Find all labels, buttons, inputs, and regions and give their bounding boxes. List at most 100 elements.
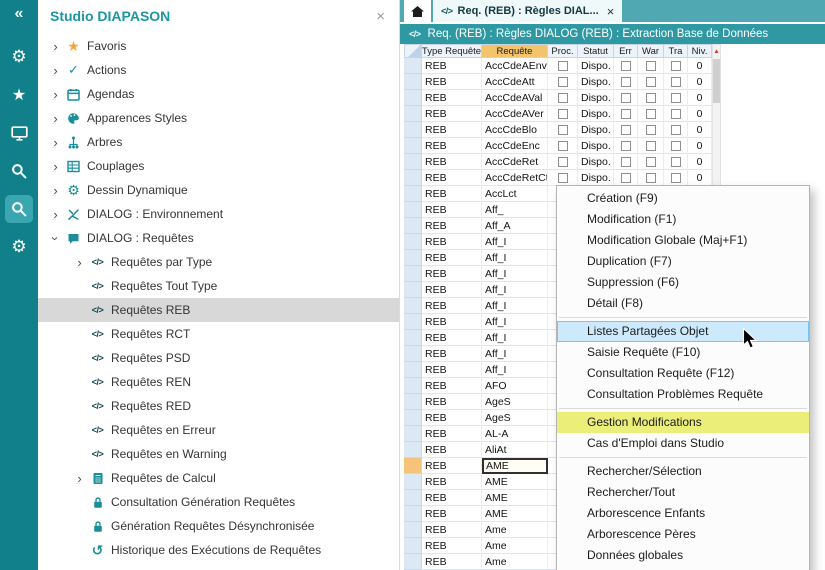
row-selector[interactable] xyxy=(404,250,422,266)
type-cell[interactable]: REB xyxy=(422,314,482,330)
table-row-2[interactable]: REBAccCdeAttDispo.0 xyxy=(404,74,712,90)
err-checkbox[interactable] xyxy=(621,77,631,87)
tree-item-requ-tes-red[interactable]: </>Requêtes RED xyxy=(38,394,399,418)
tra-checkbox[interactable] xyxy=(671,141,681,151)
war-checkbox[interactable] xyxy=(646,141,656,151)
niv-cell[interactable]: 0 xyxy=(688,106,712,122)
explorer-button[interactable] xyxy=(5,195,33,223)
tree-item-historique-des-ex-cutions-de-requ-tes[interactable]: ↺Historique des Exécutions de Requêtes xyxy=(38,538,399,562)
request-cell[interactable]: Aff_I xyxy=(482,298,548,314)
row-selector[interactable] xyxy=(404,474,422,490)
chevron-right-icon[interactable]: › xyxy=(48,184,63,197)
request-cell[interactable]: Aff_I xyxy=(482,314,548,330)
tra-cell[interactable] xyxy=(664,154,688,170)
statut-cell[interactable]: Dispo. xyxy=(578,154,614,170)
type-cell[interactable]: REB xyxy=(422,554,482,570)
chevron-right-icon[interactable]: › xyxy=(72,256,87,269)
war-cell[interactable] xyxy=(638,90,664,106)
tree-item-dialog-requ-tes[interactable]: ›DIALOG : Requêtes xyxy=(38,226,399,250)
menu-item-listes-partag-es-objet[interactable]: Listes Partagées Objet xyxy=(557,321,809,342)
proc-cell[interactable] xyxy=(548,106,578,122)
chevron-right-icon[interactable]: › xyxy=(48,160,63,173)
err-cell[interactable] xyxy=(614,138,638,154)
request-cell[interactable]: Aff_I xyxy=(482,330,548,346)
proc-checkbox[interactable] xyxy=(558,77,568,87)
niv-cell[interactable]: 0 xyxy=(688,138,712,154)
tree-item-arbres[interactable]: ›Arbres xyxy=(38,130,399,154)
column-header-requ-te[interactable]: Requête xyxy=(482,44,548,58)
statut-cell[interactable]: Dispo. xyxy=(578,74,614,90)
row-selector[interactable] xyxy=(404,266,422,282)
tab-req-reb[interactable]: </> Req. (REB) : Règles DIAL... × xyxy=(433,0,622,22)
collapse-sidebar-button[interactable]: « xyxy=(15,5,24,27)
type-cell[interactable]: REB xyxy=(422,538,482,554)
war-checkbox[interactable] xyxy=(646,173,656,183)
type-cell[interactable]: REB xyxy=(422,490,482,506)
type-cell[interactable]: REB xyxy=(422,330,482,346)
row-selector[interactable] xyxy=(404,410,422,426)
row-selector[interactable] xyxy=(404,330,422,346)
tree-item-consultation-g-n-ration-requ-tes[interactable]: Consultation Génération Requêtes xyxy=(38,490,399,514)
table-row-1[interactable]: REBAccCdeAEnvDispo.0 xyxy=(404,58,712,74)
row-selector[interactable] xyxy=(404,346,422,362)
war-checkbox[interactable] xyxy=(646,61,656,71)
menu-item-suppression-f6[interactable]: Suppression (F6) xyxy=(557,272,809,293)
request-cell[interactable]: AgeS xyxy=(482,410,548,426)
tra-checkbox[interactable] xyxy=(671,77,681,87)
proc-checkbox[interactable] xyxy=(558,93,568,103)
table-row-8[interactable]: REBAccCdeRetCtxDispo.0 xyxy=(404,170,712,186)
proc-checkbox[interactable] xyxy=(558,61,568,71)
type-cell[interactable]: REB xyxy=(422,138,482,154)
tra-cell[interactable] xyxy=(664,170,688,186)
menu-item-rechercher-tout[interactable]: Rechercher/Tout xyxy=(557,482,809,503)
tra-checkbox[interactable] xyxy=(671,125,681,135)
tree-item-requ-tes-ren[interactable]: </>Requêtes REN xyxy=(38,370,399,394)
request-cell[interactable]: Aff_I xyxy=(482,250,548,266)
request-cell[interactable]: Aff_I xyxy=(482,346,548,362)
war-checkbox[interactable] xyxy=(646,77,656,87)
table-row-7[interactable]: REBAccCdeRetDispo.0 xyxy=(404,154,712,170)
statut-cell[interactable]: Dispo. xyxy=(578,122,614,138)
request-cell[interactable]: AccLct xyxy=(482,186,548,202)
war-cell[interactable] xyxy=(638,106,664,122)
column-header-war[interactable]: War xyxy=(638,44,664,58)
type-cell[interactable]: REB xyxy=(422,154,482,170)
tab-close-icon[interactable]: × xyxy=(607,4,615,19)
request-cell[interactable]: Aff_A xyxy=(482,218,548,234)
request-cell[interactable]: AccCdeEnc xyxy=(482,138,548,154)
chevron-right-icon[interactable]: › xyxy=(48,208,63,221)
menu-item-cr-ation-f9[interactable]: Création (F9) xyxy=(557,188,809,209)
tree-item-favoris[interactable]: ›★Favoris xyxy=(38,34,399,58)
tra-checkbox[interactable] xyxy=(671,61,681,71)
err-checkbox[interactable] xyxy=(621,125,631,135)
war-cell[interactable] xyxy=(638,122,664,138)
search-button[interactable] xyxy=(5,157,33,185)
tra-cell[interactable] xyxy=(664,138,688,154)
settings-button[interactable]: ⚙ xyxy=(5,43,33,71)
proc-cell[interactable] xyxy=(548,74,578,90)
err-checkbox[interactable] xyxy=(621,157,631,167)
row-selector[interactable] xyxy=(404,522,422,538)
tra-checkbox[interactable] xyxy=(671,109,681,119)
screens-button[interactable] xyxy=(5,119,33,147)
err-cell[interactable] xyxy=(614,58,638,74)
type-cell[interactable]: REB xyxy=(422,458,482,474)
tree-item-actions[interactable]: ›✓Actions xyxy=(38,58,399,82)
tra-checkbox[interactable] xyxy=(671,157,681,167)
niv-cell[interactable]: 0 xyxy=(688,154,712,170)
request-cell[interactable]: AME xyxy=(482,458,548,474)
chevron-down-icon[interactable]: › xyxy=(49,231,62,246)
request-cell[interactable]: Aff_I xyxy=(482,266,548,282)
tra-cell[interactable] xyxy=(664,106,688,122)
proc-cell[interactable] xyxy=(548,90,578,106)
type-cell[interactable]: REB xyxy=(422,426,482,442)
tree-item-requ-tes-en-warning[interactable]: </>Requêtes en Warning xyxy=(38,442,399,466)
war-checkbox[interactable] xyxy=(646,93,656,103)
row-selector[interactable] xyxy=(404,154,422,170)
row-selector[interactable] xyxy=(404,234,422,250)
tra-checkbox[interactable] xyxy=(671,173,681,183)
niv-cell[interactable]: 0 xyxy=(688,90,712,106)
type-cell[interactable]: REB xyxy=(422,442,482,458)
request-cell[interactable]: AccCdeRetCtx xyxy=(482,170,548,186)
request-cell[interactable]: AccCdeAVer xyxy=(482,106,548,122)
